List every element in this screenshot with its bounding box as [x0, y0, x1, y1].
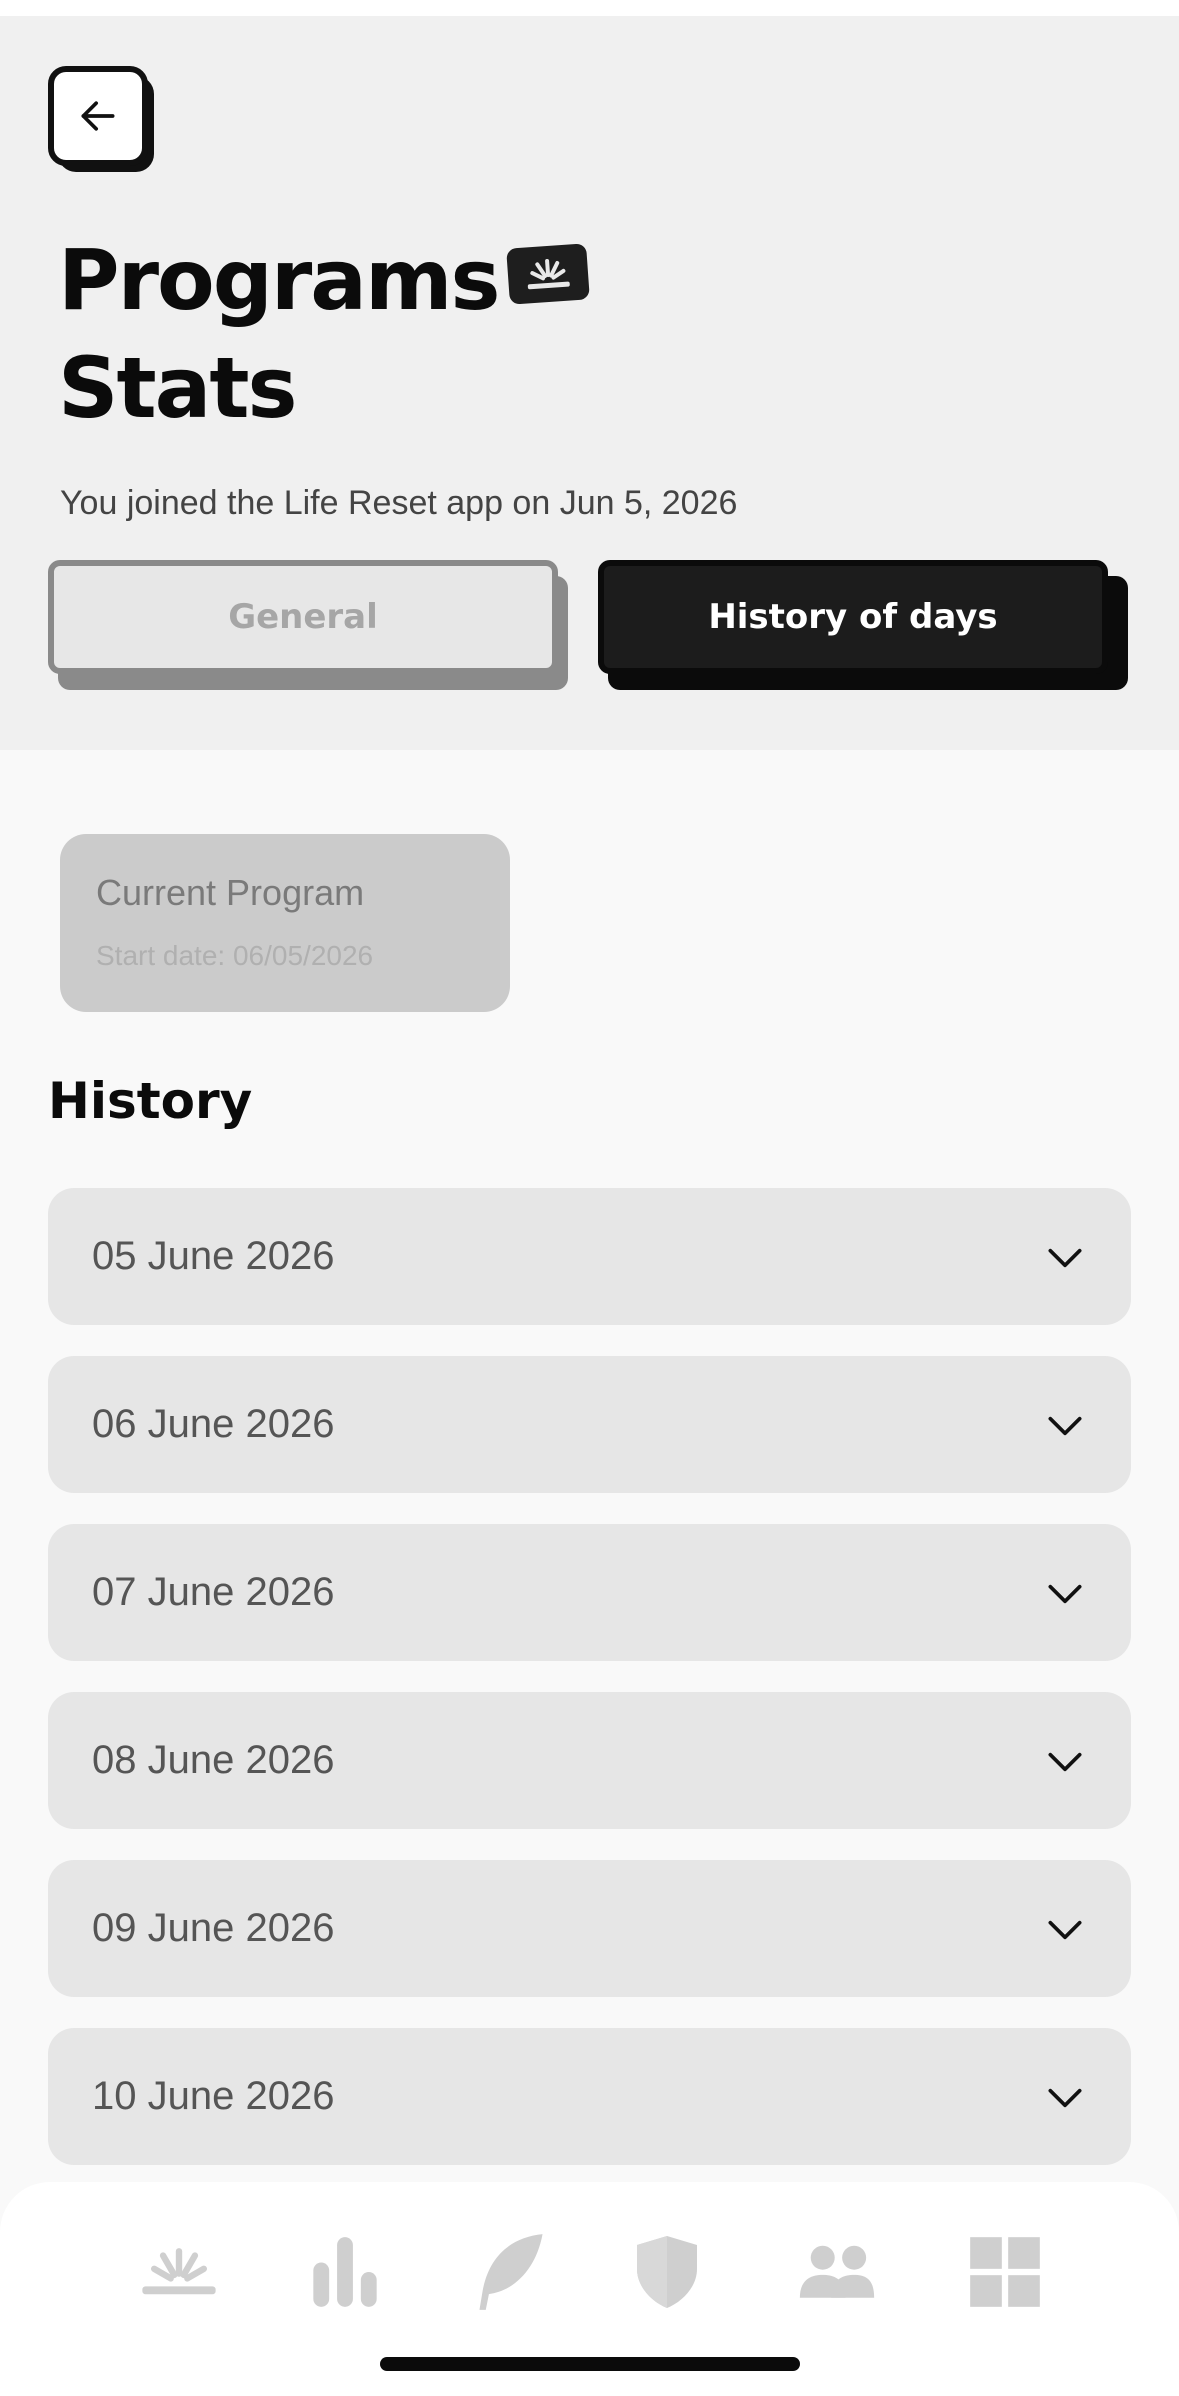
nav-protection[interactable] [622, 2227, 712, 2317]
bar-chart-icon [313, 2237, 377, 2307]
back-button[interactable] [48, 66, 154, 172]
nav-menu[interactable] [960, 2227, 1050, 2317]
arrow-left-icon [81, 101, 115, 131]
back-button-face[interactable] [48, 66, 148, 166]
history-item-date: 10 June 2026 [92, 2074, 335, 2118]
history-item-date: 08 June 2026 [92, 1738, 335, 1782]
title-badge [506, 243, 590, 305]
users-icon [799, 2245, 875, 2298]
current-program-title: Current Program [96, 872, 365, 913]
status-bar-area [0, 0, 1179, 16]
page-title-line1: Programs [58, 231, 500, 329]
nav-home[interactable] [134, 2227, 224, 2317]
sunrise-icon [142, 2248, 216, 2295]
history-item[interactable]: 07 June 2026 [48, 1524, 1131, 1661]
nav-stats[interactable] [300, 2227, 390, 2317]
sunrise-icon [527, 259, 570, 290]
tab-general[interactable]: General [48, 560, 568, 690]
history-item[interactable]: 05 June 2026 [48, 1188, 1131, 1325]
chevron-down-icon[interactable] [1043, 1740, 1087, 1784]
page-title: Programs Stats [58, 226, 500, 442]
feather-icon [479, 2234, 543, 2310]
history-heading: History [48, 1072, 253, 1130]
history-list: 05 June 2026 06 June 2026 07 June 2026 0… [48, 1188, 1131, 2196]
home-indicator[interactable] [380, 2357, 800, 2371]
page-title-line2: Stats [58, 339, 297, 437]
tab-history-label[interactable]: History of days [598, 560, 1108, 674]
history-item[interactable]: 10 June 2026 [48, 2028, 1131, 2165]
chevron-down-icon[interactable] [1043, 1236, 1087, 1280]
tab-general-label[interactable]: General [48, 560, 558, 674]
chevron-down-icon[interactable] [1043, 1572, 1087, 1616]
history-item-date: 05 June 2026 [92, 1234, 335, 1278]
current-program-card[interactable]: Current Program Start date: 06/05/2026 [60, 834, 510, 1012]
grid-icon [970, 2237, 1040, 2307]
history-item[interactable]: 06 June 2026 [48, 1356, 1131, 1493]
joined-date-text: You joined the Life Reset app on Jun 5, … [60, 484, 738, 522]
current-program-start-date: Start date: 06/05/2026 [96, 940, 374, 971]
nav-journal[interactable] [466, 2227, 556, 2317]
history-item[interactable]: 09 June 2026 [48, 1860, 1131, 1997]
shield-icon [637, 2236, 697, 2308]
history-item-date: 06 June 2026 [92, 1402, 335, 1446]
history-item[interactable]: 08 June 2026 [48, 1692, 1131, 1829]
history-item-date: 07 June 2026 [92, 1570, 335, 1614]
nav-community[interactable] [792, 2227, 882, 2317]
chevron-down-icon[interactable] [1043, 1404, 1087, 1448]
chevron-down-icon[interactable] [1043, 2076, 1087, 2120]
chevron-down-icon[interactable] [1043, 1908, 1087, 1952]
tab-history-of-days[interactable]: History of days [598, 560, 1128, 690]
history-item-date: 09 June 2026 [92, 1906, 335, 1950]
